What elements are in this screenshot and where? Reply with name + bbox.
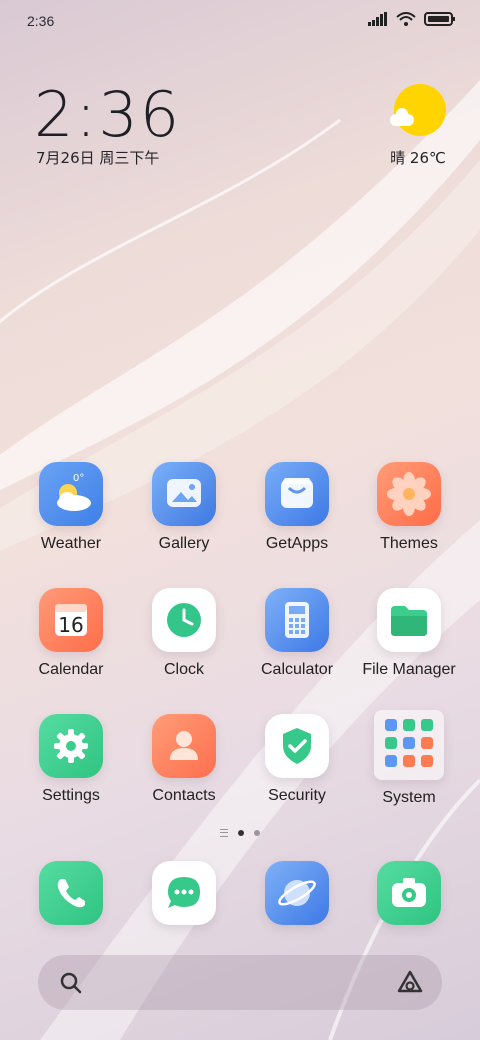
weather-icon-temp: 0° [73, 473, 84, 484]
app-label: Gallery [158, 535, 210, 552]
wifi-icon [396, 12, 416, 26]
search-icon[interactable] [59, 971, 83, 995]
calculator-icon [265, 588, 329, 652]
contacts-icon [152, 714, 216, 778]
page-dot [254, 830, 260, 836]
gallery-icon [152, 462, 216, 526]
status-icons [368, 12, 456, 26]
app-label: File Manager [362, 661, 456, 678]
file-manager-icon [377, 588, 441, 652]
app-settings[interactable]: Settings [15, 714, 127, 805]
cloud-icon [390, 108, 414, 126]
getapps-icon [265, 462, 329, 526]
dock-camera[interactable] [353, 861, 465, 925]
browser-icon [265, 861, 329, 925]
app-label: Themes [380, 535, 438, 552]
app-getapps[interactable]: GetApps [241, 462, 353, 553]
themes-icon [377, 462, 441, 526]
app-file-manager[interactable]: File Manager [353, 588, 465, 679]
app-gallery[interactable]: Gallery [128, 462, 240, 553]
app-label: Settings [42, 787, 100, 804]
app-label: Clock [163, 661, 204, 678]
search-bar[interactable] [38, 955, 442, 1010]
assistant-icon[interactable] [396, 969, 424, 995]
page-indicator[interactable] [198, 829, 282, 837]
app-label: Calculator [260, 661, 334, 678]
lockscreen-date[interactable]: 7月26日 周三下午 [36, 147, 159, 168]
signal-icon [368, 12, 387, 26]
weather-icon: 0° [39, 462, 103, 526]
page-dot-current [238, 830, 244, 836]
app-clock[interactable]: Clock [128, 588, 240, 679]
app-contacts[interactable]: Contacts [128, 714, 240, 805]
weather-widget[interactable]: 晴 26℃ [390, 84, 446, 167]
app-themes[interactable]: Themes [353, 462, 465, 553]
dock-phone[interactable] [15, 861, 127, 925]
app-drawer-indicator-icon [220, 829, 228, 837]
camera-icon [377, 861, 441, 925]
status-bar: 2:36 [0, 0, 480, 42]
system-folder-icon [374, 710, 444, 780]
lockscreen-clock[interactable]: 2:36 [34, 78, 181, 151]
phone-icon [39, 861, 103, 925]
status-time: 2:36 [27, 13, 55, 29]
app-system-folder[interactable]: System [353, 710, 465, 807]
app-calculator[interactable]: Calculator [241, 588, 353, 679]
clock-icon [152, 588, 216, 652]
calendar-icon: 16 [39, 588, 103, 652]
app-label: System [382, 789, 436, 806]
battery-icon [424, 12, 455, 26]
settings-icon [39, 714, 103, 778]
app-label: Security [268, 787, 326, 804]
app-label: Weather [40, 535, 102, 552]
app-label: Contacts [152, 787, 216, 804]
security-icon [265, 714, 329, 778]
messages-icon [152, 861, 216, 925]
dock-messages[interactable] [128, 861, 240, 925]
app-label: Calendar [38, 661, 104, 678]
app-calendar[interactable]: 16 Calendar [15, 588, 127, 679]
app-weather[interactable]: 0° Weather [15, 462, 127, 553]
dock-browser[interactable] [241, 861, 353, 925]
calendar-icon-day: 16 [58, 613, 83, 637]
weather-widget-text: 晴 26℃ [390, 149, 446, 167]
app-label: GetApps [265, 535, 329, 552]
app-security[interactable]: Security [241, 714, 353, 805]
